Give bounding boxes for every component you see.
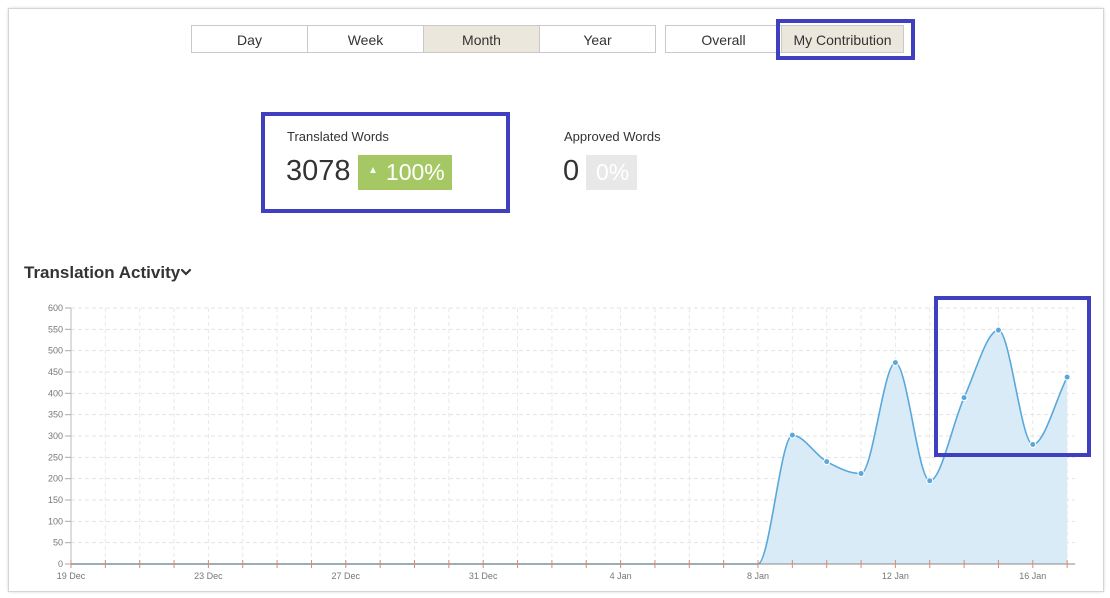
y-tick-label: 500 xyxy=(48,346,63,356)
y-tick-label: 550 xyxy=(48,324,63,334)
data-point xyxy=(960,394,968,402)
translation-activity-chart: 0 50 100 150 200 250 300 350 400 450 500 550 600 19 D… xyxy=(48,303,1076,581)
data-point xyxy=(788,431,796,439)
x-tick-label: 23 Dec xyxy=(194,571,223,581)
y-tick-label: 450 xyxy=(48,367,63,377)
data-point xyxy=(994,326,1002,334)
y-tick-label: 200 xyxy=(48,474,63,484)
y-tick-label: 600 xyxy=(48,303,63,313)
x-tick-label: 27 Dec xyxy=(332,571,361,581)
y-tick-label: 150 xyxy=(48,495,63,505)
data-point xyxy=(823,458,831,466)
x-tick-label: 12 Jan xyxy=(882,571,909,581)
x-tick-label: 31 Dec xyxy=(469,571,498,581)
data-point xyxy=(857,470,865,478)
y-tick-label: 300 xyxy=(48,431,63,441)
x-tick-label: 8 Jan xyxy=(747,571,769,581)
data-point xyxy=(926,477,934,485)
x-tick-label: 4 Jan xyxy=(610,571,632,581)
data-point xyxy=(1029,441,1037,449)
y-tick-label: 0 xyxy=(58,559,63,569)
y-tick-label: 50 xyxy=(53,538,63,548)
y-tick-label: 400 xyxy=(48,388,63,398)
data-point xyxy=(1063,373,1071,381)
y-tick-label: 250 xyxy=(48,452,63,462)
data-point xyxy=(891,359,899,367)
y-tick-label: 100 xyxy=(48,516,63,526)
y-tick-label: 350 xyxy=(48,410,63,420)
x-tick-label: 19 Dec xyxy=(57,571,86,581)
x-tick-label: 16 Jan xyxy=(1019,571,1046,581)
